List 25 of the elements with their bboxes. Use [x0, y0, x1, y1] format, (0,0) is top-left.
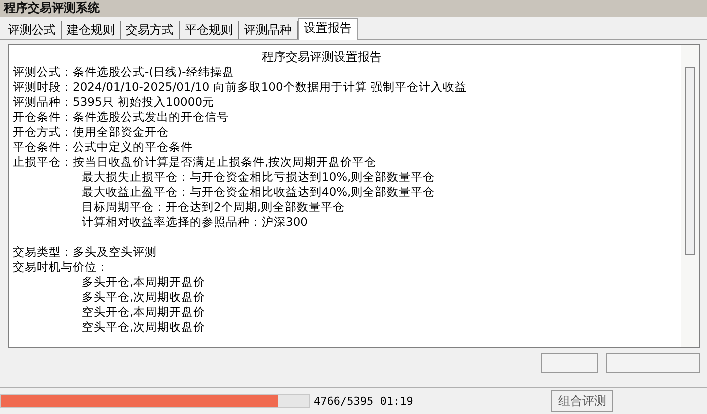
- report-line: 开仓方式：使用全部资金开仓: [13, 125, 170, 140]
- tab[interactable]: 设置报告: [298, 18, 358, 40]
- scrollbar[interactable]: [681, 45, 699, 347]
- report-line: 最大收益止盈平仓：与开仓资金相比收益达到40%,则全部数量平仓: [81, 185, 436, 200]
- report-line: 平仓条件：公式中定义的平仓条件: [13, 140, 194, 155]
- combine-test-button[interactable]: 组合评测: [551, 390, 614, 412]
- report-title: 程序交易评测设置报告: [261, 49, 383, 65]
- report-line: 计算相对收益率选择的参照品种：沪深300: [81, 215, 309, 230]
- report-line: 开仓条件：条件选股公式发出的开仓信号: [13, 110, 230, 125]
- window-title: 程序交易评测系统: [0, 0, 707, 17]
- report-line: 多头开仓,本周期开盘价: [81, 275, 207, 290]
- report-line: 止损平仓：按当日收盘价计算是否满足止损条件,按次周期开盘价平仓: [13, 155, 378, 170]
- report-line: 目标周期平仓：开仓达到2个周期,则全部数量平仓: [81, 200, 346, 215]
- report-line: 空头平仓,次周期收盘价: [81, 320, 207, 335]
- report-line: 评测品种：5395只 初始投入10000元: [13, 95, 216, 110]
- report-line: 多头平仓,次周期收盘价: [81, 290, 207, 305]
- report-line: 空头开仓,本周期开盘价: [81, 305, 207, 320]
- report-line: 评测公式：条件选股公式-(日线)-经纬操盘: [13, 65, 236, 80]
- report-line: 最大损失止损平仓：与开仓资金相比亏损达到10%,则全部数量平仓: [81, 170, 436, 185]
- blank-button[interactable]: [606, 353, 700, 373]
- report-line: 交易类型：多头及空头评测: [13, 245, 158, 260]
- report-line: 交易时机与价位：: [13, 260, 110, 275]
- report-line: 评测时段：2024/01/10-2025/01/10 向前多取100个数据用于计算 强制平仓计入收益: [13, 80, 468, 95]
- progress-reading: 4766/5395 01:19: [314, 394, 414, 408]
- blank-button[interactable]: [541, 353, 598, 373]
